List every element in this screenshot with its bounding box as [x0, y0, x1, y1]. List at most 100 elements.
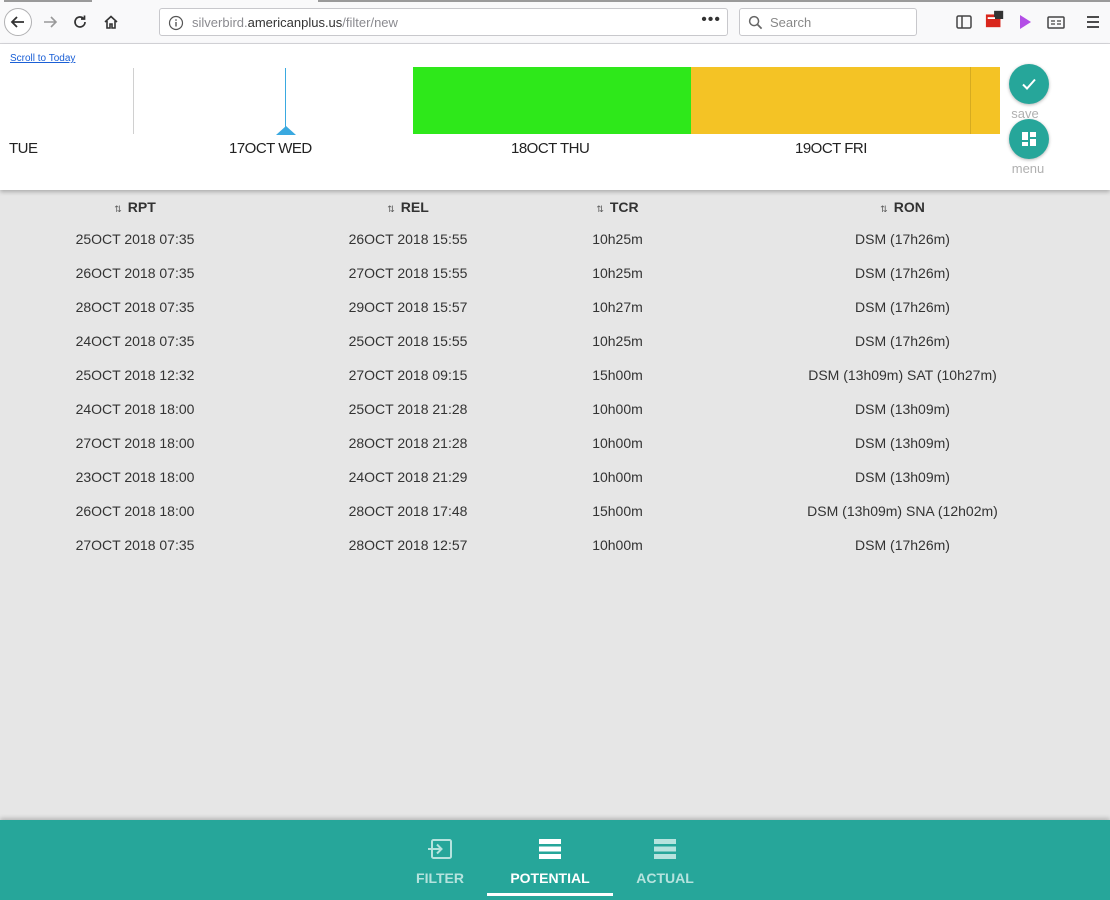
browser-toolbar: silverbird.americanplus.us/filter/new ••…: [0, 0, 1110, 44]
table-cell: 10h00m: [592, 537, 643, 553]
reload-button[interactable]: [66, 8, 94, 36]
table-cell: 26OCT 2018 18:00: [75, 503, 195, 519]
table-cell: 26OCT 2018 07:35: [75, 265, 195, 281]
tab-filter[interactable]: FILTER: [400, 820, 480, 900]
active-tab-indicator: [487, 893, 613, 896]
table-cell: 24OCT 2018 07:35: [75, 333, 195, 349]
table-row[interactable]: 26OCT 2018 18:00 28OCT 2018 17:48 15h00m DS…: [0, 495, 1110, 529]
table-row[interactable]: 28OCT 2018 07:35 29OCT 2018 15:57 10h27m DS…: [0, 291, 1110, 325]
url-text: silverbird.americanplus.us/filter/new: [192, 15, 398, 30]
column-header-label: TCR: [609, 199, 639, 215]
day-label: 19OCT FRI: [795, 140, 867, 157]
sort-icon: ⇅: [596, 204, 604, 214]
table-cell: 28OCT 2018 17:48: [348, 503, 468, 519]
url-host: americanplus.us: [247, 15, 343, 30]
table-cell: 23OCT 2018 18:00: [75, 469, 195, 485]
sidebar-icon[interactable]: [954, 12, 974, 32]
table-cell: DSM (13h09m) SAT (10h27m): [808, 367, 997, 383]
bottom-navigation: FILTER POTENTIAL ACTUAL: [0, 820, 1110, 900]
trip-bar-available[interactable]: [413, 67, 691, 134]
table-cell: DSM (13h09m): [855, 469, 950, 485]
table-cell: 10h00m: [592, 469, 643, 485]
table-cell: 25OCT 2018 12:32: [75, 367, 195, 383]
dashboard-icon: [1022, 132, 1036, 146]
table-row[interactable]: 23OCT 2018 18:00 24OCT 2018 21:29 10h00m DS…: [0, 461, 1110, 495]
table-cell: 25OCT 2018 07:35: [75, 231, 195, 247]
day-label: 17OCT WED: [229, 140, 312, 157]
table-cell: 25OCT 2018 15:55: [348, 333, 468, 349]
url-bar[interactable]: silverbird.americanplus.us/filter/new ••…: [159, 8, 728, 36]
table-row[interactable]: 26OCT 2018 07:35 27OCT 2018 15:55 10h25m DS…: [0, 257, 1110, 291]
table-cell: 15h00m: [592, 503, 643, 519]
tab-label: ACTUAL: [636, 870, 694, 886]
table-cell: DSM (17h26m): [855, 299, 950, 315]
trip-bar-pending[interactable]: [691, 67, 1000, 134]
table-row[interactable]: 25OCT 2018 07:35 26OCT 2018 15:55 10h25m DS…: [0, 223, 1110, 257]
table-row[interactable]: 24OCT 2018 18:00 25OCT 2018 21:28 10h00m DS…: [0, 393, 1110, 427]
today-marker-arrow: [276, 126, 296, 135]
column-header-tcr[interactable]: ⇅ TCR: [560, 199, 675, 215]
column-header-label: REL: [400, 199, 429, 215]
info-icon[interactable]: [168, 15, 184, 31]
menu-label: menu: [1011, 161, 1045, 176]
table-row[interactable]: 27OCT 2018 07:35 28OCT 2018 12:57 10h00m DS…: [0, 529, 1110, 563]
checkmark-icon: [1022, 78, 1036, 90]
home-button[interactable]: [97, 8, 125, 36]
table-cell: 15h00m: [592, 367, 643, 383]
day-divider: [133, 68, 134, 134]
extension-icon[interactable]: [985, 9, 1005, 29]
table-cell: DSM (17h26m): [855, 265, 950, 281]
table-cell: 29OCT 2018 15:57: [348, 299, 468, 315]
table-cell: 28OCT 2018 12:57: [348, 537, 468, 553]
url-host-prefix: silverbird.: [192, 15, 248, 30]
save-button[interactable]: [1009, 64, 1049, 104]
tab-actual[interactable]: ACTUAL: [625, 820, 705, 900]
search-bar[interactable]: Search: [739, 8, 917, 36]
hamburger-menu-icon[interactable]: [1083, 12, 1103, 32]
sort-icon: ⇅: [387, 204, 395, 214]
table-cell: DSM (13h09m): [855, 435, 950, 451]
home-icon: [104, 15, 118, 29]
column-header-rpt[interactable]: ⇅ RPT: [55, 199, 215, 215]
table-cell: 10h27m: [592, 299, 643, 315]
table-cell: 26OCT 2018 15:55: [348, 231, 468, 247]
table-cell: 24OCT 2018 21:29: [348, 469, 468, 485]
tab-label: FILTER: [416, 870, 464, 886]
menu-button[interactable]: [1009, 119, 1049, 159]
column-header-ron[interactable]: ⇅ RON: [760, 199, 1045, 215]
table-cell: 28OCT 2018 21:28: [348, 435, 468, 451]
table-row[interactable]: 24OCT 2018 07:35 25OCT 2018 15:55 10h25m DS…: [0, 325, 1110, 359]
tab-strip-edge: [4, 0, 92, 2]
scroll-to-today-link[interactable]: Scroll to Today: [10, 53, 75, 64]
day-label: TUE: [9, 140, 38, 157]
reader-icon[interactable]: [1046, 12, 1066, 32]
table-cell: 27OCT 2018 18:00: [75, 435, 195, 451]
table-cell: 27OCT 2018 09:15: [348, 367, 468, 383]
table-cell: 27OCT 2018 15:55: [348, 265, 468, 281]
search-placeholder: Search: [770, 15, 812, 30]
table-cell: 27OCT 2018 07:35: [75, 537, 195, 553]
tab-label: POTENTIAL: [510, 870, 590, 886]
back-button[interactable]: [4, 8, 32, 36]
back-arrow-icon: [10, 16, 24, 28]
today-marker: [285, 68, 286, 130]
table-cell: 10h25m: [592, 265, 643, 281]
sort-icon: ⇅: [114, 204, 122, 214]
table-cell: 10h25m: [592, 231, 643, 247]
table-cell: 28OCT 2018 07:35: [75, 299, 195, 315]
day-label: 18OCT THU: [511, 140, 590, 157]
table-row[interactable]: 27OCT 2018 18:00 28OCT 2018 21:28 10h00m DS…: [0, 427, 1110, 461]
sort-icon: ⇅: [880, 204, 888, 214]
table-header: ⇅ RPT ⇅ REL ⇅ TCR ⇅ RON: [0, 194, 1110, 220]
page-actions-button[interactable]: •••: [701, 11, 721, 29]
bar-separator: [970, 67, 971, 134]
list-view-icon: [654, 839, 676, 859]
table-cell: 10h25m: [592, 333, 643, 349]
forward-button[interactable]: [36, 8, 64, 36]
table-cell: DSM (17h26m): [855, 231, 950, 247]
column-header-rel[interactable]: ⇅ REL: [328, 199, 488, 215]
tab-potential[interactable]: POTENTIAL: [487, 820, 613, 900]
play-extension-icon[interactable]: [1015, 12, 1035, 32]
table-row[interactable]: 25OCT 2018 12:32 27OCT 2018 09:15 15h00m DS…: [0, 359, 1110, 393]
table-cell: DSM (13h09m) SNA (12h02m): [807, 503, 998, 519]
